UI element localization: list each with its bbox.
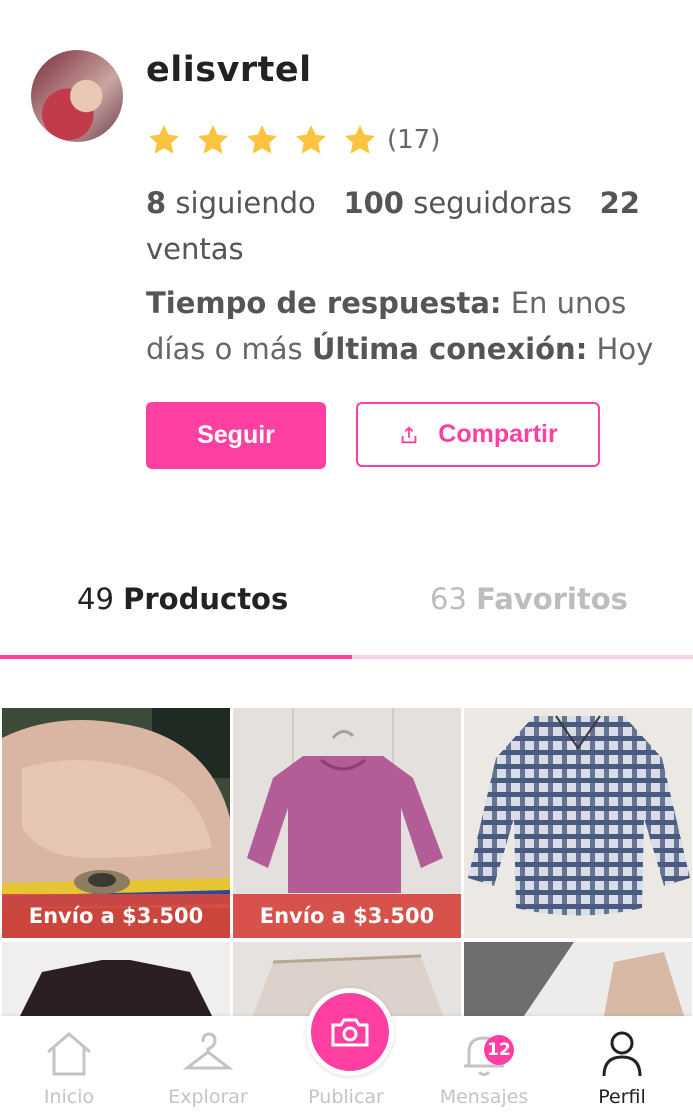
share-icon (401, 425, 417, 443)
product-image (464, 708, 692, 938)
star-icon (345, 125, 375, 154)
nav-item-inicio[interactable]: Inicio (4, 1016, 134, 1120)
response-time-label: Tiempo de respuesta: (146, 286, 502, 320)
messages-badge: 12 (484, 1035, 514, 1065)
tab-products[interactable]: 49 Productos (77, 582, 288, 616)
tab-favorites[interactable]: 63 Favoritos (430, 582, 628, 616)
followers-label[interactable]: seguidoras (413, 186, 572, 220)
rating-count: (17) (387, 125, 441, 155)
following-count[interactable]: 8 (146, 186, 166, 220)
tab-active-indicator (0, 655, 352, 659)
followers-count[interactable]: 100 (343, 186, 404, 220)
product-card[interactable] (464, 942, 692, 1016)
shipping-banner: Envío a $3.500 (2, 894, 230, 938)
response-info: Tiempo de respuesta: En unos días o más … (146, 280, 666, 372)
sales-label: ventas (146, 232, 244, 266)
avatar[interactable] (31, 50, 123, 142)
last-seen-label: Última conexión: (311, 332, 588, 366)
username: elisvrtel (146, 50, 312, 90)
nav-label-publicar: Publicar (308, 1086, 384, 1108)
product-image (464, 942, 692, 1016)
nav-label-explorar: Explorar (168, 1086, 248, 1108)
hanger-icon (183, 1032, 233, 1070)
tab-favorites-count: 63 (430, 582, 467, 616)
star-icon (149, 125, 179, 154)
nav-item-explorar[interactable]: Explorar (143, 1016, 273, 1120)
home-icon (47, 1032, 91, 1076)
share-button-label: Compartir (438, 420, 558, 448)
star-icon (247, 125, 277, 154)
product-card[interactable]: Envío a $3.500 (233, 708, 461, 938)
tab-products-label: Productos (123, 582, 289, 616)
last-seen-value: Hoy (596, 332, 654, 366)
product-card[interactable] (2, 942, 230, 1016)
product-card[interactable] (464, 708, 692, 938)
publish-button[interactable] (306, 988, 394, 1076)
nav-label-inicio: Inicio (43, 1086, 95, 1108)
profile-stats: 8 siguiendo 100 seguidoras 22 ventas (146, 180, 646, 272)
product-card[interactable]: Envío a $3.500 (2, 708, 230, 938)
nav-label-perfil: Perfil (598, 1086, 646, 1108)
star-icon (198, 125, 228, 154)
nav-item-mensajes[interactable]: Mensajes (419, 1016, 549, 1120)
camera-icon (331, 1018, 369, 1047)
follow-button-label: Seguir (197, 421, 275, 449)
user-icon (602, 1031, 642, 1077)
nav-item-perfil[interactable]: Perfil (557, 1016, 687, 1120)
rating-stars: (17) (146, 122, 440, 158)
following-label[interactable]: siguiendo (175, 186, 315, 220)
nav-label-mensajes: Mensajes (439, 1086, 529, 1108)
share-button[interactable]: Compartir (356, 402, 600, 467)
tab-favorites-label: Favoritos (476, 582, 628, 616)
follow-button[interactable]: Seguir (146, 402, 326, 469)
star-icon (296, 125, 326, 154)
sales-count: 22 (599, 186, 640, 220)
tab-products-count: 49 (77, 582, 114, 616)
shipping-banner: Envío a $3.500 (233, 894, 461, 938)
product-image (2, 942, 230, 1016)
